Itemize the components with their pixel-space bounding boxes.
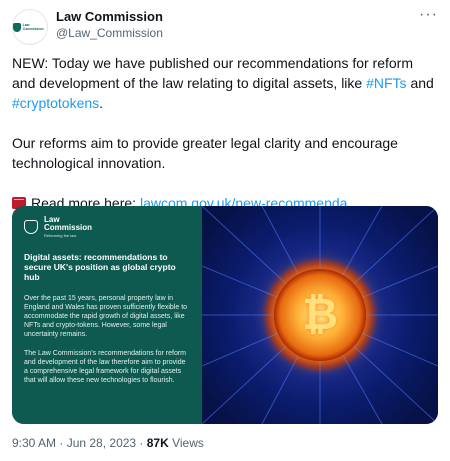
account-handle[interactable]: @Law_Commission: [56, 26, 163, 40]
crest-icon: [24, 220, 38, 234]
tweet-paragraph-2: Our reforms aim to provide greater legal…: [12, 135, 398, 171]
bitcoin-coin-icon: ₿: [274, 269, 366, 361]
logo-tagline: Reforming the law: [44, 233, 77, 238]
law-commission-logo: Law Commission: [13, 22, 47, 32]
tweet-text-part: and: [406, 75, 434, 91]
card-logo: Law Commission Reforming the law: [24, 216, 190, 238]
more-options-icon[interactable]: ···: [419, 6, 438, 24]
views-count: 87K: [146, 436, 169, 450]
views-label: Views: [168, 436, 204, 450]
tweet-text-part: .: [99, 95, 104, 111]
card-paragraph-1: Over the past 15 years, personal propert…: [24, 295, 188, 338]
logo-line2: Commission: [44, 223, 93, 232]
tweet-paragraph-1: NEW: Today we have published our recomme…: [12, 53, 438, 113]
tweet[interactable]: Law Commission Law Commission @Law_Commi…: [0, 0, 450, 461]
card-text-panel: Law Commission Reforming the law Digital…: [12, 206, 202, 424]
bitcoin-symbol: ₿: [302, 290, 338, 339]
avatar[interactable]: Law Commission: [12, 9, 48, 45]
crest-icon: [13, 22, 21, 32]
hashtag-nfts-link[interactable]: #NFTs: [366, 75, 406, 91]
tweet-meta: 9:30 AM · Jun 28, 2023 · 87K Views: [12, 436, 204, 450]
card-headline: Digital assets: recommendations to secur…: [24, 252, 176, 282]
account-name[interactable]: Law Commission: [56, 9, 163, 24]
tweet-text: NEW: Today we have published our recomme…: [12, 53, 438, 213]
card-paragraph-2: The Law Commission's recommendations for…: [24, 350, 187, 384]
media-image[interactable]: Law Commission Reforming the law Digital…: [12, 206, 438, 424]
crypto-coin-illustration: ₿: [202, 206, 438, 424]
timestamp[interactable]: 9:30 AM · Jun 28, 2023 ·: [12, 436, 147, 450]
avatar-text: Law Commission: [22, 23, 44, 31]
hashtag-cryptotokens-link[interactable]: #cryptotokens: [12, 95, 99, 111]
tweet-text-part: NEW: Today we have published our recomme…: [12, 55, 414, 91]
